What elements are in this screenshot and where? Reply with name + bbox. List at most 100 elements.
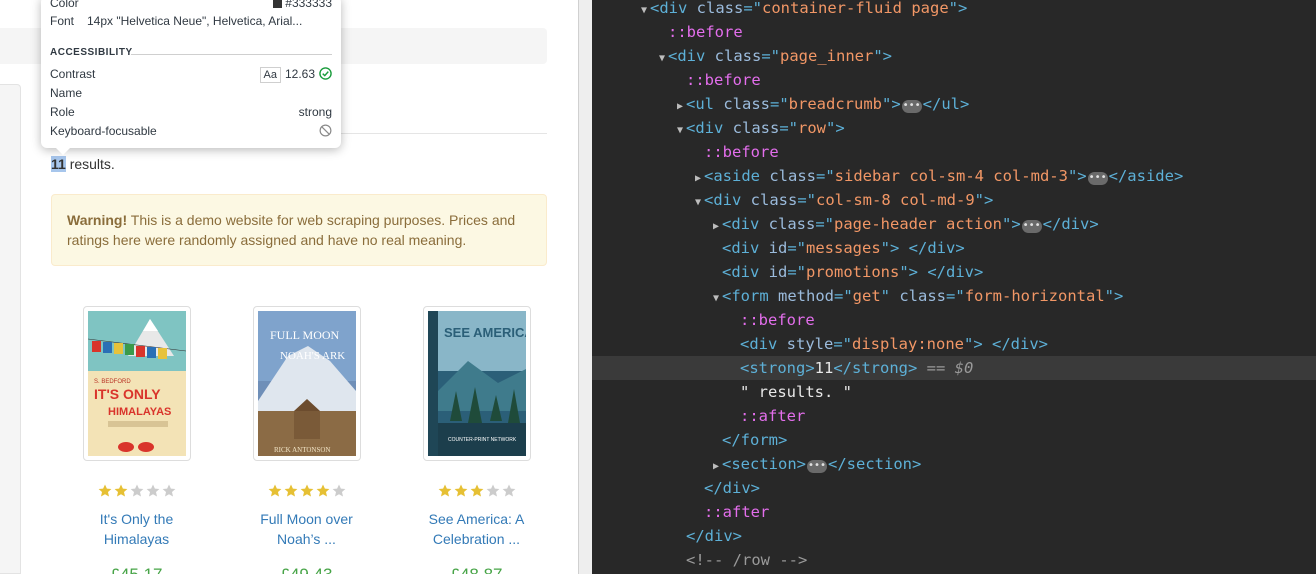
tag-token: =" — [815, 215, 835, 233]
dom-node[interactable]: ▶ <aside class="sidebar col-sm-4 col-md-3… — [592, 164, 1316, 188]
product-title-link[interactable]: It's Only the Himalayas — [51, 509, 222, 549]
tag-token: "> — [948, 0, 968, 17]
product-thumbnail[interactable]: SEE AMERICA COUNTER-PRINT NETWORK — [422, 306, 531, 461]
tooltip-color-row: Color #333333 — [50, 0, 332, 11]
tag-token: =" — [779, 119, 799, 137]
tag-token: </ul> — [922, 95, 970, 113]
contrast-badge: Aa — [259, 67, 281, 83]
attr-value: get — [852, 287, 881, 305]
check-circle-icon — [319, 67, 332, 80]
dom-node[interactable]: ▼ <div class="col-sm-8 col-md-9"> — [592, 188, 1316, 212]
dom-node[interactable]: ▼ <div class="row"> — [592, 116, 1316, 140]
attr-value: breadcrumb — [788, 95, 882, 113]
attr-value: page_inner — [780, 47, 874, 65]
tag-token: "> </div> — [899, 263, 984, 281]
dom-node[interactable]: ::after — [592, 500, 1316, 524]
star-icon — [98, 484, 111, 497]
title-line: Full Moon over — [260, 511, 353, 527]
svg-text:SEE AMERICA: SEE AMERICA — [444, 325, 526, 340]
ellipsis-icon[interactable]: ••• — [901, 100, 922, 113]
devtools-elements-panel: ••• ▼<div class="container-fluid page">:… — [592, 0, 1316, 574]
results-suffix: results. — [65, 156, 115, 172]
dom-node[interactable]: ▶ <section> ••• </section> — [592, 452, 1316, 476]
dom-node-selected[interactable]: <strong>11</strong> == $0 — [592, 356, 1316, 380]
product-card: SEE AMERICA COUNTER-PRINT NETWORK See Am… — [391, 306, 562, 574]
tooltip-name-row: Name — [50, 85, 332, 101]
tag-token: <ul — [686, 95, 724, 113]
product-price: £48.87 — [391, 565, 562, 574]
pseudo-element: ::before — [668, 23, 743, 41]
title-line: Celebration ... — [432, 531, 521, 547]
tooltip-focus-value — [319, 123, 332, 139]
title-line: It's Only the — [99, 511, 174, 527]
tag-token: "> — [826, 119, 845, 137]
console-ref-sep: == — [917, 359, 955, 377]
dom-node[interactable]: <div style="display:none"> </div> — [592, 332, 1316, 356]
product-title-link[interactable]: See America: A Celebration ... — [391, 509, 562, 549]
console-ref: $0 — [954, 359, 974, 377]
inspector-tooltip: Color #333333 Font 14px "Helvetica Neue"… — [41, 0, 341, 155]
product-thumbnail[interactable]: S. BEDFORD IT'S ONLY HIMALAYAS — [82, 306, 191, 461]
dom-node[interactable]: ▼ <form method="get" class="form-horizont… — [592, 284, 1316, 308]
svg-text:RICK ANTONSON: RICK ANTONSON — [274, 446, 330, 454]
dom-node[interactable]: ::before — [592, 20, 1316, 44]
product-thumbnail[interactable]: FULL MOON NOAH'S ARK RICK ANTONSON — [252, 306, 361, 461]
product-title-link[interactable]: Full Moon over Noah’s ... — [221, 509, 392, 549]
tag-token: <form — [722, 287, 778, 305]
star-icon — [316, 484, 329, 497]
dom-node[interactable]: <div id="promotions"> </div> — [592, 260, 1316, 284]
warning-text: This is a demo website for web scraping … — [67, 212, 516, 248]
attr-value: display:none — [852, 335, 964, 353]
dom-node[interactable]: ::before — [592, 68, 1316, 92]
pseudo-element: ::before — [704, 143, 779, 161]
dom-node[interactable]: <div id="messages"> </div> — [592, 236, 1316, 260]
product-price: £45.17 — [51, 565, 222, 574]
color-hex: #333333 — [285, 0, 332, 10]
attr-name: id — [768, 263, 788, 281]
tag-token: <section> — [722, 455, 806, 473]
tooltip-contrast-label: Contrast — [50, 67, 96, 81]
ellipsis-icon[interactable]: ••• — [1021, 220, 1042, 233]
ellipsis-icon[interactable]: ••• — [1087, 172, 1108, 185]
tag-token: " — [880, 287, 900, 305]
dom-node[interactable]: ▶ <div class="page-header action"> ••• </di… — [592, 212, 1316, 236]
star-icon — [332, 484, 345, 497]
tag-token: =" — [787, 239, 807, 257]
star-rating — [221, 484, 392, 498]
rendered-page: 11 results. Warning! This is a demo webs… — [0, 0, 578, 574]
book-cover-seeamerica: SEE AMERICA COUNTER-PRINT NETWORK — [427, 311, 526, 456]
tag-token: </strong> — [833, 359, 918, 377]
dom-node[interactable]: ▼ <div class="page_inner"> — [592, 44, 1316, 68]
star-icon — [438, 484, 451, 497]
title-line: Himalayas — [103, 531, 170, 547]
dom-node[interactable]: </div> — [592, 524, 1316, 548]
warning-alert: Warning! This is a demo website for web … — [51, 194, 547, 266]
dom-node[interactable]: ::before — [592, 308, 1316, 332]
attr-value: page-header action — [834, 215, 1002, 233]
results-count[interactable]: 11 — [51, 156, 66, 172]
dom-node[interactable]: <!-- /row --> — [592, 548, 1316, 572]
attr-name: style — [786, 335, 834, 353]
dom-node[interactable]: ▼ <div class="container-fluid page"> — [592, 0, 1316, 20]
star-icon — [284, 484, 297, 497]
tag-token: =" — [833, 335, 853, 353]
dom-node[interactable]: ::before — [592, 140, 1316, 164]
panel-divider[interactable] — [578, 0, 592, 574]
tag-token: </div> — [704, 479, 760, 497]
tooltip-font-value: 14px "Helvetica Neue", Helvetica, Arial.… — [87, 14, 303, 28]
star-icon — [268, 484, 281, 497]
tag-token: "> — [1067, 167, 1087, 185]
dom-node[interactable]: </form> — [592, 428, 1316, 452]
tag-token: <div — [650, 0, 697, 17]
attr-name: id — [768, 239, 788, 257]
ellipsis-icon[interactable]: ••• — [807, 460, 827, 473]
dom-node[interactable]: " results. " — [592, 380, 1316, 404]
dom-node[interactable]: ::after — [592, 404, 1316, 428]
attr-value: messages — [806, 239, 881, 257]
attr-name: class — [723, 95, 770, 113]
attr-name: class — [768, 215, 816, 233]
tooltip-font-label: Font — [50, 14, 75, 28]
dom-node[interactable]: </div> — [592, 476, 1316, 500]
sidebar-panel — [0, 84, 21, 574]
dom-node[interactable]: ▶ <ul class="breadcrumb"> ••• </ul> — [592, 92, 1316, 116]
